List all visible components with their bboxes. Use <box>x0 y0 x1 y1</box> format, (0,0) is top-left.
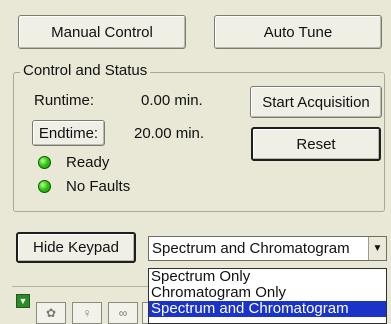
manual-control-label: Manual Control <box>51 23 153 41</box>
reset-label: Reset <box>296 135 336 153</box>
faults-status-icon <box>38 180 51 193</box>
ready-status-icon <box>38 156 51 169</box>
molecule-icon[interactable]: ✿ <box>36 302 66 324</box>
option-spectrum-only[interactable]: Spectrum Only <box>149 269 386 285</box>
toolbar-arrow-icon[interactable]: ▼ <box>16 294 30 308</box>
endtime-value: 20.00 min. <box>134 125 205 142</box>
hide-keypad-label: Hide Keypad <box>33 239 119 256</box>
view-mode-dropdown-list: Spectrum Only Chromatogram Only Spectrum… <box>148 268 387 324</box>
option-spectrum-and-chromatogram[interactable]: Spectrum and Chromatogram <box>149 301 386 317</box>
runtime-value: 0.00 min. <box>141 92 203 109</box>
hide-keypad-button[interactable]: Hide Keypad <box>16 232 136 263</box>
auto-tune-button[interactable]: Auto Tune <box>214 15 382 49</box>
view-mode-select[interactable]: Spectrum and Chromatogram ▼ <box>148 236 387 261</box>
auto-tune-label: Auto Tune <box>263 23 333 41</box>
manual-control-button[interactable]: Manual Control <box>18 15 186 49</box>
endtime-label: Endtime: <box>38 124 99 142</box>
option-chromatogram-only[interactable]: Chromatogram Only <box>149 285 386 301</box>
start-acquisition-label: Start Acquisition <box>262 93 370 111</box>
runtime-label: Runtime: <box>34 92 95 109</box>
probe-icon[interactable]: ♀ <box>72 302 102 324</box>
ready-label: Ready <box>66 154 110 171</box>
start-acquisition-button[interactable]: Start Acquisition <box>250 86 382 118</box>
control-status-title: Control and Status <box>20 62 151 79</box>
link-icon[interactable]: ∞ <box>108 302 138 324</box>
reset-button[interactable]: Reset <box>251 127 381 161</box>
faults-label: No Faults <box>66 178 131 195</box>
chevron-down-icon[interactable]: ▼ <box>368 237 386 260</box>
endtime-button[interactable]: Endtime: <box>32 120 105 146</box>
view-mode-selected: Spectrum and Chromatogram <box>152 240 350 257</box>
